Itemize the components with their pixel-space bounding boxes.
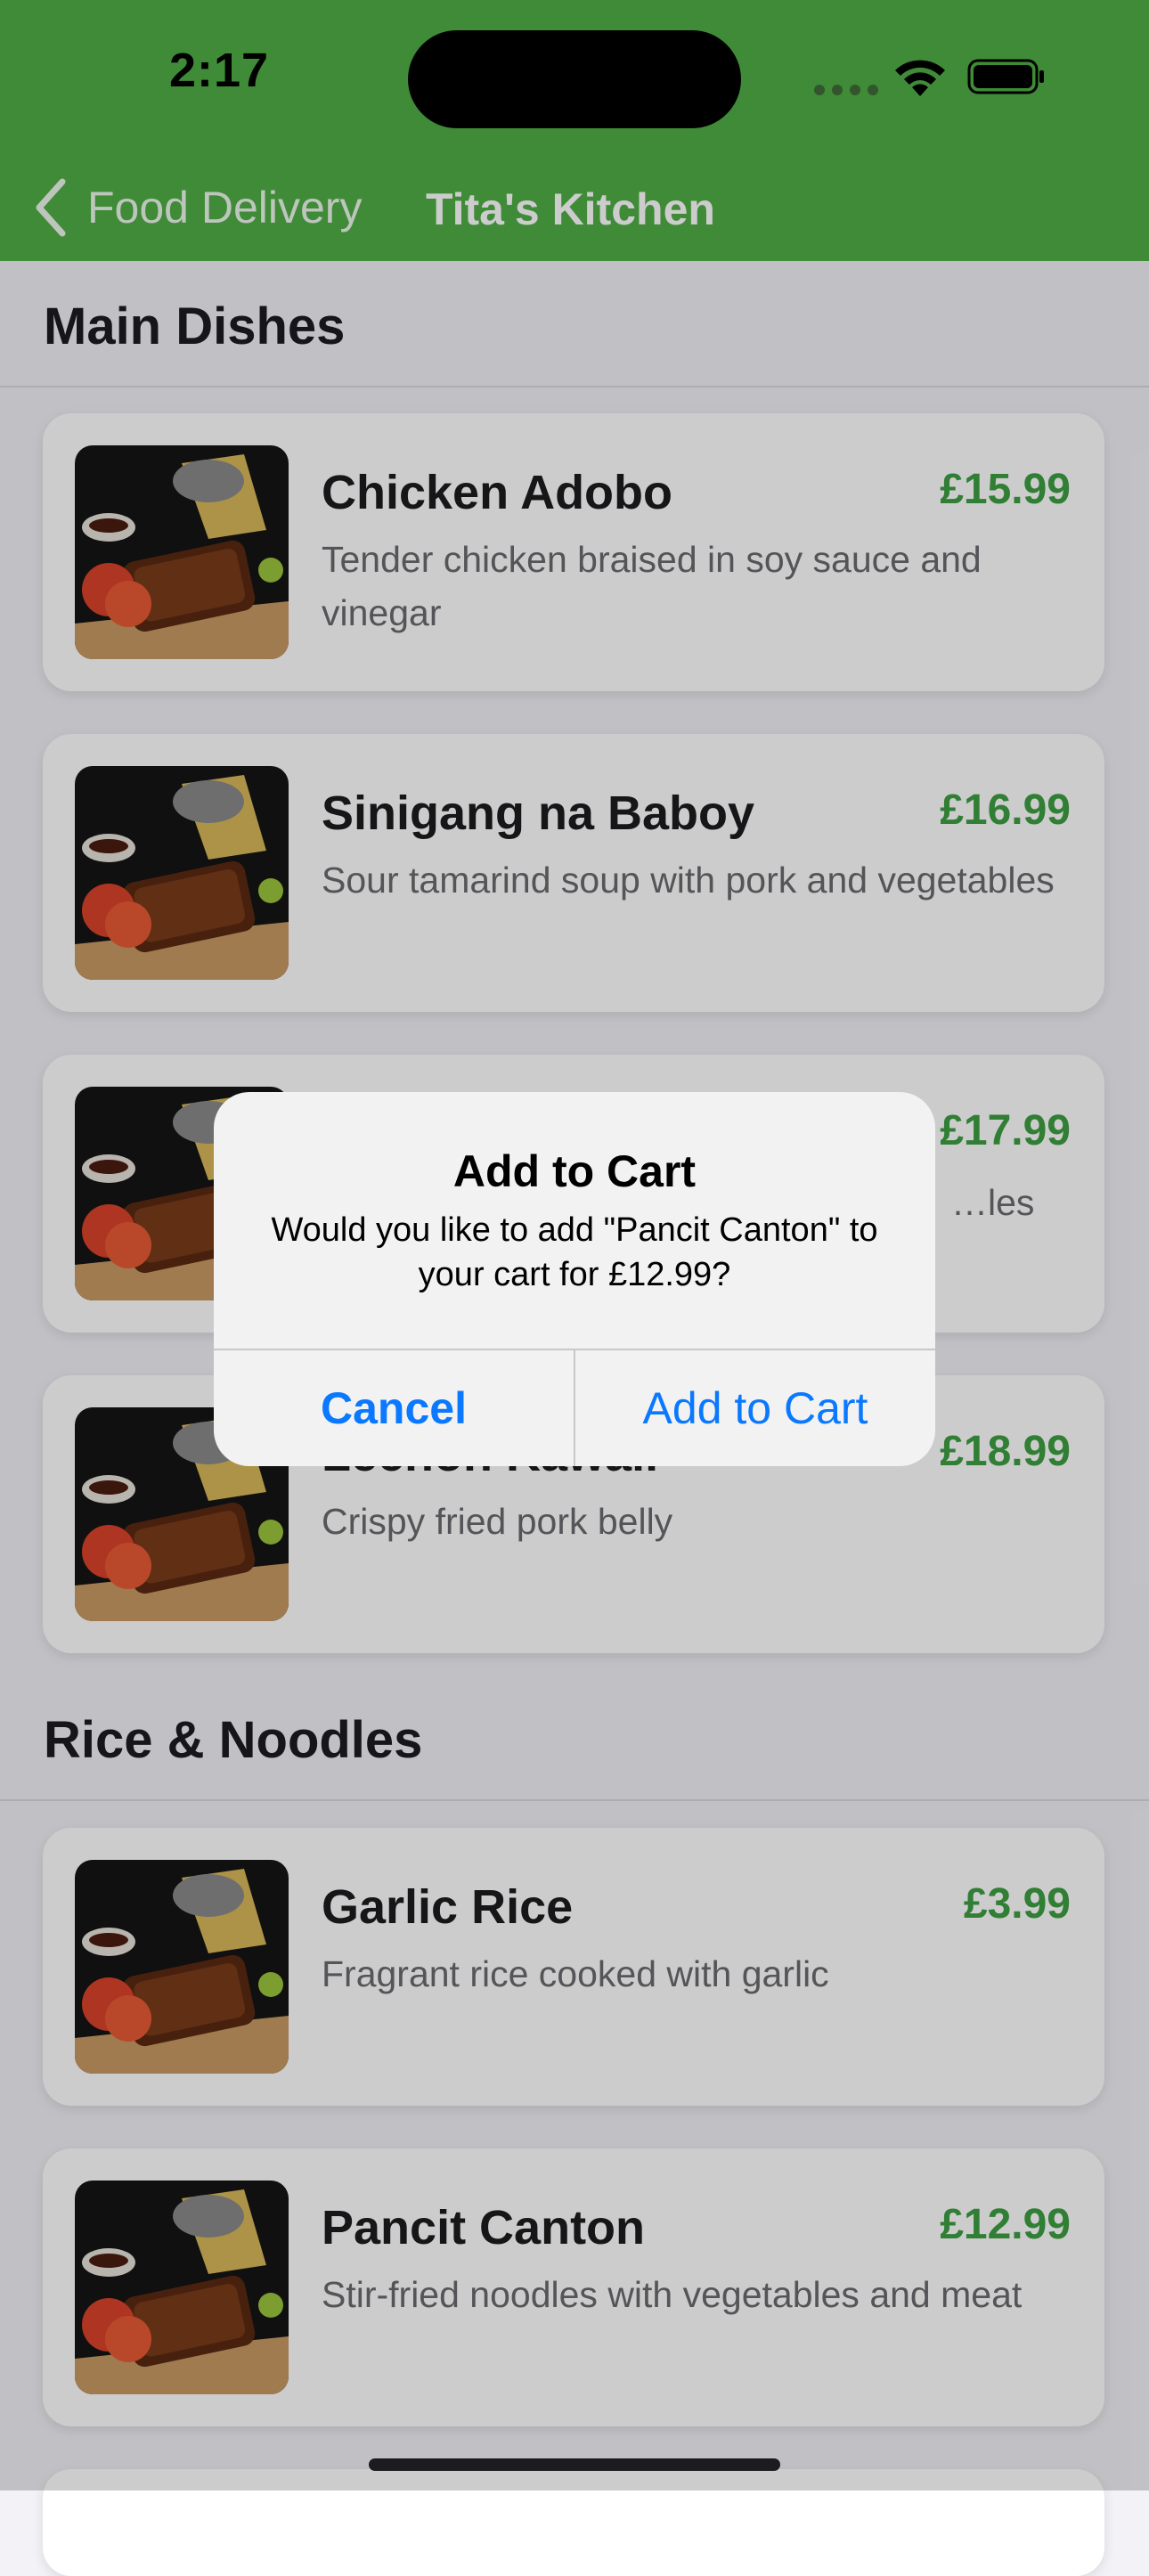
home-indicator[interactable] — [369, 2458, 780, 2471]
cancel-button[interactable]: Cancel — [214, 1350, 574, 1466]
alert-message: Would you like to add "Pancit Canton" to… — [271, 1211, 878, 1293]
add-to-cart-button[interactable]: Add to Cart — [575, 1350, 935, 1466]
alert-title: Add to Cart — [452, 1146, 697, 1196]
add-to-cart-alert: Add to Cart Would you like to add "Panci… — [214, 1092, 935, 1466]
